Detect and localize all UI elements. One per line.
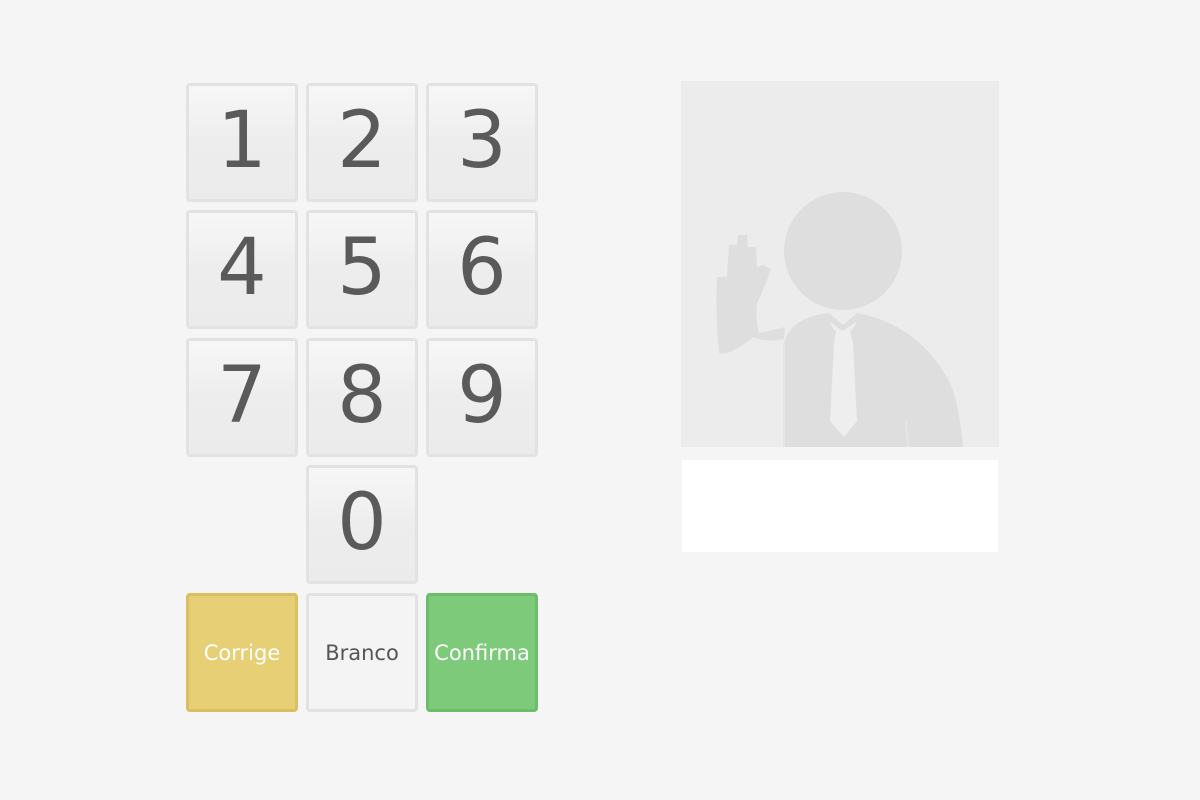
key-label: 5 [337,222,387,313]
key-5[interactable]: 5 [306,210,418,329]
voting-screen: 1 2 3 4 5 6 7 8 9 0 Corrige Branco Confi… [0,0,1200,800]
key-9[interactable]: 9 [426,338,538,457]
corrige-button[interactable]: Corrige [186,593,298,712]
key-7[interactable]: 7 [186,338,298,457]
key-0[interactable]: 0 [306,465,418,584]
candidate-photo [681,81,999,447]
key-label: 9 [457,350,507,441]
branco-label: Branco [325,640,399,665]
confirma-label: Confirma [434,640,530,665]
key-label: 7 [217,350,267,441]
key-label: 3 [457,95,507,186]
key-label: 2 [337,95,387,186]
person-waving-icon [716,192,963,447]
key-3[interactable]: 3 [426,83,538,202]
key-8[interactable]: 8 [306,338,418,457]
key-label: 6 [457,222,507,313]
key-label: 4 [217,222,267,313]
key-1[interactable]: 1 [186,83,298,202]
numeric-keypad: 1 2 3 4 5 6 7 8 9 0 Corrige Branco Confi… [186,83,538,713]
key-4[interactable]: 4 [186,210,298,329]
key-2[interactable]: 2 [306,83,418,202]
corrige-label: Corrige [203,640,281,665]
candidate-name-box [682,460,998,552]
key-label: 1 [217,95,267,186]
key-6[interactable]: 6 [426,210,538,329]
branco-button[interactable]: Branco [306,593,418,712]
confirma-button[interactable]: Confirma [426,593,538,712]
key-label: 8 [337,350,387,441]
key-label: 0 [337,477,387,568]
